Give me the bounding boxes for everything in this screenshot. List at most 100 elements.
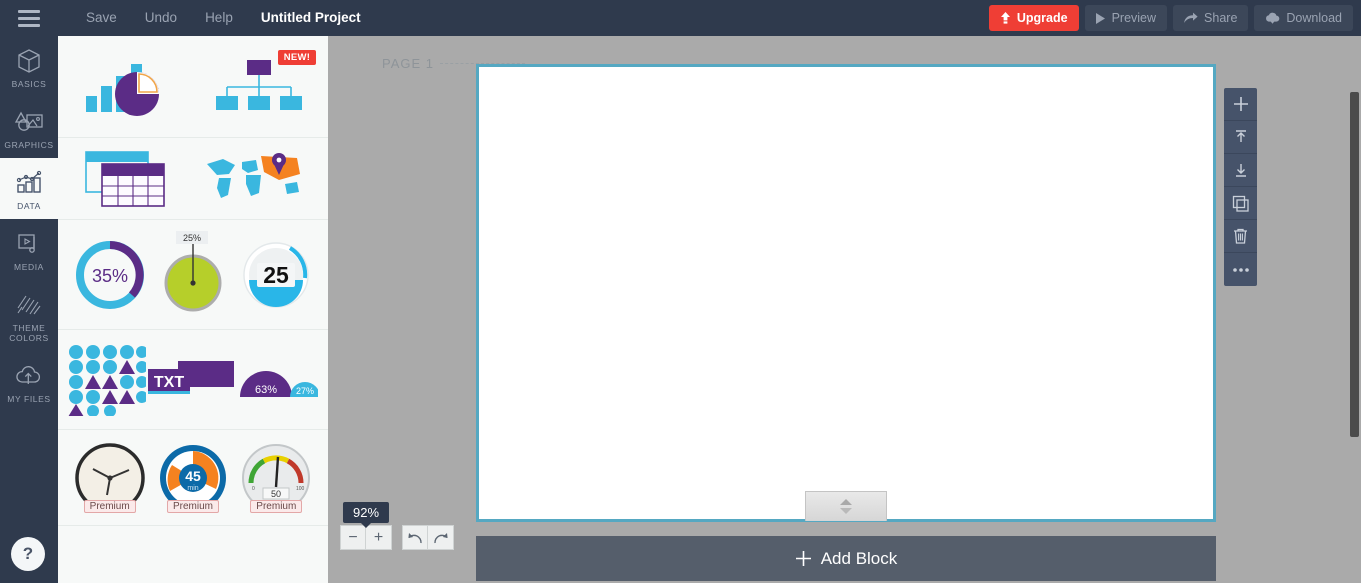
semicircle-gauge-value1: 63%: [255, 384, 277, 396]
asset-row: NEW!: [58, 36, 328, 138]
sidebar-item-graphics[interactable]: GRAPHICS: [0, 97, 58, 158]
premium-badge: Premium: [83, 499, 136, 513]
cloud-download-icon: [1266, 12, 1280, 24]
speedometer-thumb[interactable]: 50 0 100 Premium: [237, 439, 315, 517]
canvas-resize-handle[interactable]: [805, 491, 887, 521]
header-actions: Upgrade Preview Share Download: [988, 0, 1353, 36]
asset-row: [58, 138, 328, 220]
delete-button[interactable]: [1224, 220, 1257, 253]
help-button[interactable]: Help: [191, 0, 247, 36]
sidebar-label-data: DATA: [17, 201, 41, 211]
world-map-thumb[interactable]: [201, 148, 305, 210]
semicircle-gauge-thumb[interactable]: 63% 27%: [238, 359, 318, 401]
workspace: PAGE 1 Add Block: [328, 36, 1361, 583]
minute-dial-thumb[interactable]: 45 min Premium: [154, 439, 232, 517]
add-block-button[interactable]: Add Block: [476, 536, 1216, 581]
number-gauge-thumb[interactable]: 25: [237, 236, 315, 314]
sidebar-item-media[interactable]: MEDIA: [0, 219, 58, 280]
move-down-button[interactable]: [1224, 154, 1257, 187]
speedometer-max: 100: [296, 486, 305, 492]
video-note-icon: [16, 229, 42, 259]
speedometer-min: 0: [252, 486, 255, 492]
image-shapes-icon: [14, 107, 44, 137]
org-chart-thumb[interactable]: NEW!: [214, 49, 317, 118]
download-label: Download: [1286, 11, 1342, 25]
zoom-out-button[interactable]: −: [340, 525, 366, 550]
preview-label: Preview: [1111, 11, 1157, 25]
sidebar-label-basics: BASICS: [11, 79, 47, 89]
share-label: Share: [1204, 11, 1238, 25]
redo-canvas-button[interactable]: [428, 525, 454, 550]
asset-panel-scroll[interactable]: NEW! 35% 25% 25 TXT 63% 27% Premium 45 m…: [58, 36, 328, 583]
share-arrow-icon: [1184, 12, 1198, 23]
zoom-in-button[interactable]: +: [366, 525, 392, 550]
undo-canvas-button[interactable]: [402, 525, 428, 550]
sidebar-item-data[interactable]: DATA: [0, 158, 58, 219]
vertical-scrollbar[interactable]: [1347, 36, 1361, 583]
duplicate-button[interactable]: [1224, 187, 1257, 220]
trash-icon: [1234, 228, 1247, 244]
top-bar: Save Undo Help Untitled Project Upgrade …: [0, 0, 1361, 36]
object-toolbar: [1224, 88, 1257, 286]
hatch-lines-icon: [16, 290, 42, 320]
dial-gauge-thumb[interactable]: 25%: [154, 230, 232, 319]
undo-arrow-icon: [408, 532, 422, 543]
zoom-controls: 92% − +: [340, 502, 454, 550]
help-circle-button[interactable]: ?: [11, 537, 45, 571]
cloud-upload-icon: [15, 361, 43, 391]
table-thumb[interactable]: [82, 148, 174, 210]
add-block-label: Add Block: [820, 548, 898, 568]
chart-data-icon: [15, 168, 43, 198]
sidebar-label-graphics: GRAPHICS: [4, 140, 54, 150]
asset-row: Premium 45 min Premium 50 0 100 Premium: [58, 430, 328, 526]
zoom-level-tooltip: 92%: [342, 502, 390, 528]
analog-clock-thumb[interactable]: Premium: [71, 439, 149, 517]
upgrade-button[interactable]: Upgrade: [988, 5, 1079, 31]
play-icon: [1095, 12, 1105, 24]
asset-panel: NEW! 35% 25% 25 TXT 63% 27% Premium 45 m…: [58, 36, 328, 583]
premium-badge: Premium: [166, 499, 219, 513]
download-button[interactable]: Download: [1254, 5, 1353, 31]
donut-gauge-value: 35%: [92, 266, 128, 286]
add-object-button[interactable]: [1224, 88, 1257, 121]
arrow-down-bar-icon: [1235, 164, 1246, 177]
plus-icon: [1233, 97, 1248, 111]
hamburger-menu-icon[interactable]: [0, 0, 58, 36]
undo-button[interactable]: Undo: [131, 0, 191, 36]
redo-arrow-icon: [433, 532, 448, 543]
copy-icon: [1232, 195, 1249, 212]
bar-pie-chart-thumb[interactable]: [82, 52, 187, 122]
history-controls: [402, 525, 454, 550]
pictogram-thumb[interactable]: [68, 344, 146, 416]
canvas[interactable]: [476, 64, 1216, 522]
more-options-button[interactable]: [1224, 253, 1257, 286]
sidebar-item-basics[interactable]: BASICS: [0, 36, 58, 97]
save-button[interactable]: Save: [72, 0, 131, 36]
asset-row: TXT 63% 27%: [58, 330, 328, 430]
arrow-up-bar-icon: [1235, 130, 1246, 142]
sidebar-label-theme-colors: THEME COLORS: [9, 323, 49, 343]
sidebar-label-media: MEDIA: [14, 262, 44, 272]
dial-gauge-value: 25%: [183, 233, 201, 243]
text-label-value: TXT: [154, 374, 184, 391]
move-up-button[interactable]: [1224, 121, 1257, 154]
sidebar-item-my-files[interactable]: MY FILES: [0, 351, 58, 412]
project-title[interactable]: Untitled Project: [247, 0, 375, 36]
share-button[interactable]: Share: [1173, 5, 1249, 31]
vertical-scrollbar-thumb[interactable]: [1350, 92, 1359, 437]
asset-row: 35% 25% 25: [58, 220, 328, 330]
zoom-stepper: 92% − +: [340, 502, 392, 550]
preview-button[interactable]: Preview: [1084, 5, 1168, 31]
minute-dial-value: 45: [185, 468, 201, 484]
text-label-thumb[interactable]: TXT: [146, 355, 238, 405]
page-label-text: PAGE 1: [382, 56, 435, 71]
arrow-down-icon: [840, 508, 852, 514]
number-gauge-value: 25: [264, 262, 290, 288]
sidebar-item-theme-colors[interactable]: THEME COLORS: [0, 280, 58, 351]
speedometer-value: 50: [271, 489, 281, 499]
upload-arrow-icon: [1000, 12, 1010, 24]
ellipsis-icon: [1232, 267, 1249, 272]
cube-icon: [16, 46, 42, 76]
donut-gauge-thumb[interactable]: 35%: [71, 236, 149, 314]
sidebar-label-my-files: MY FILES: [7, 394, 51, 404]
